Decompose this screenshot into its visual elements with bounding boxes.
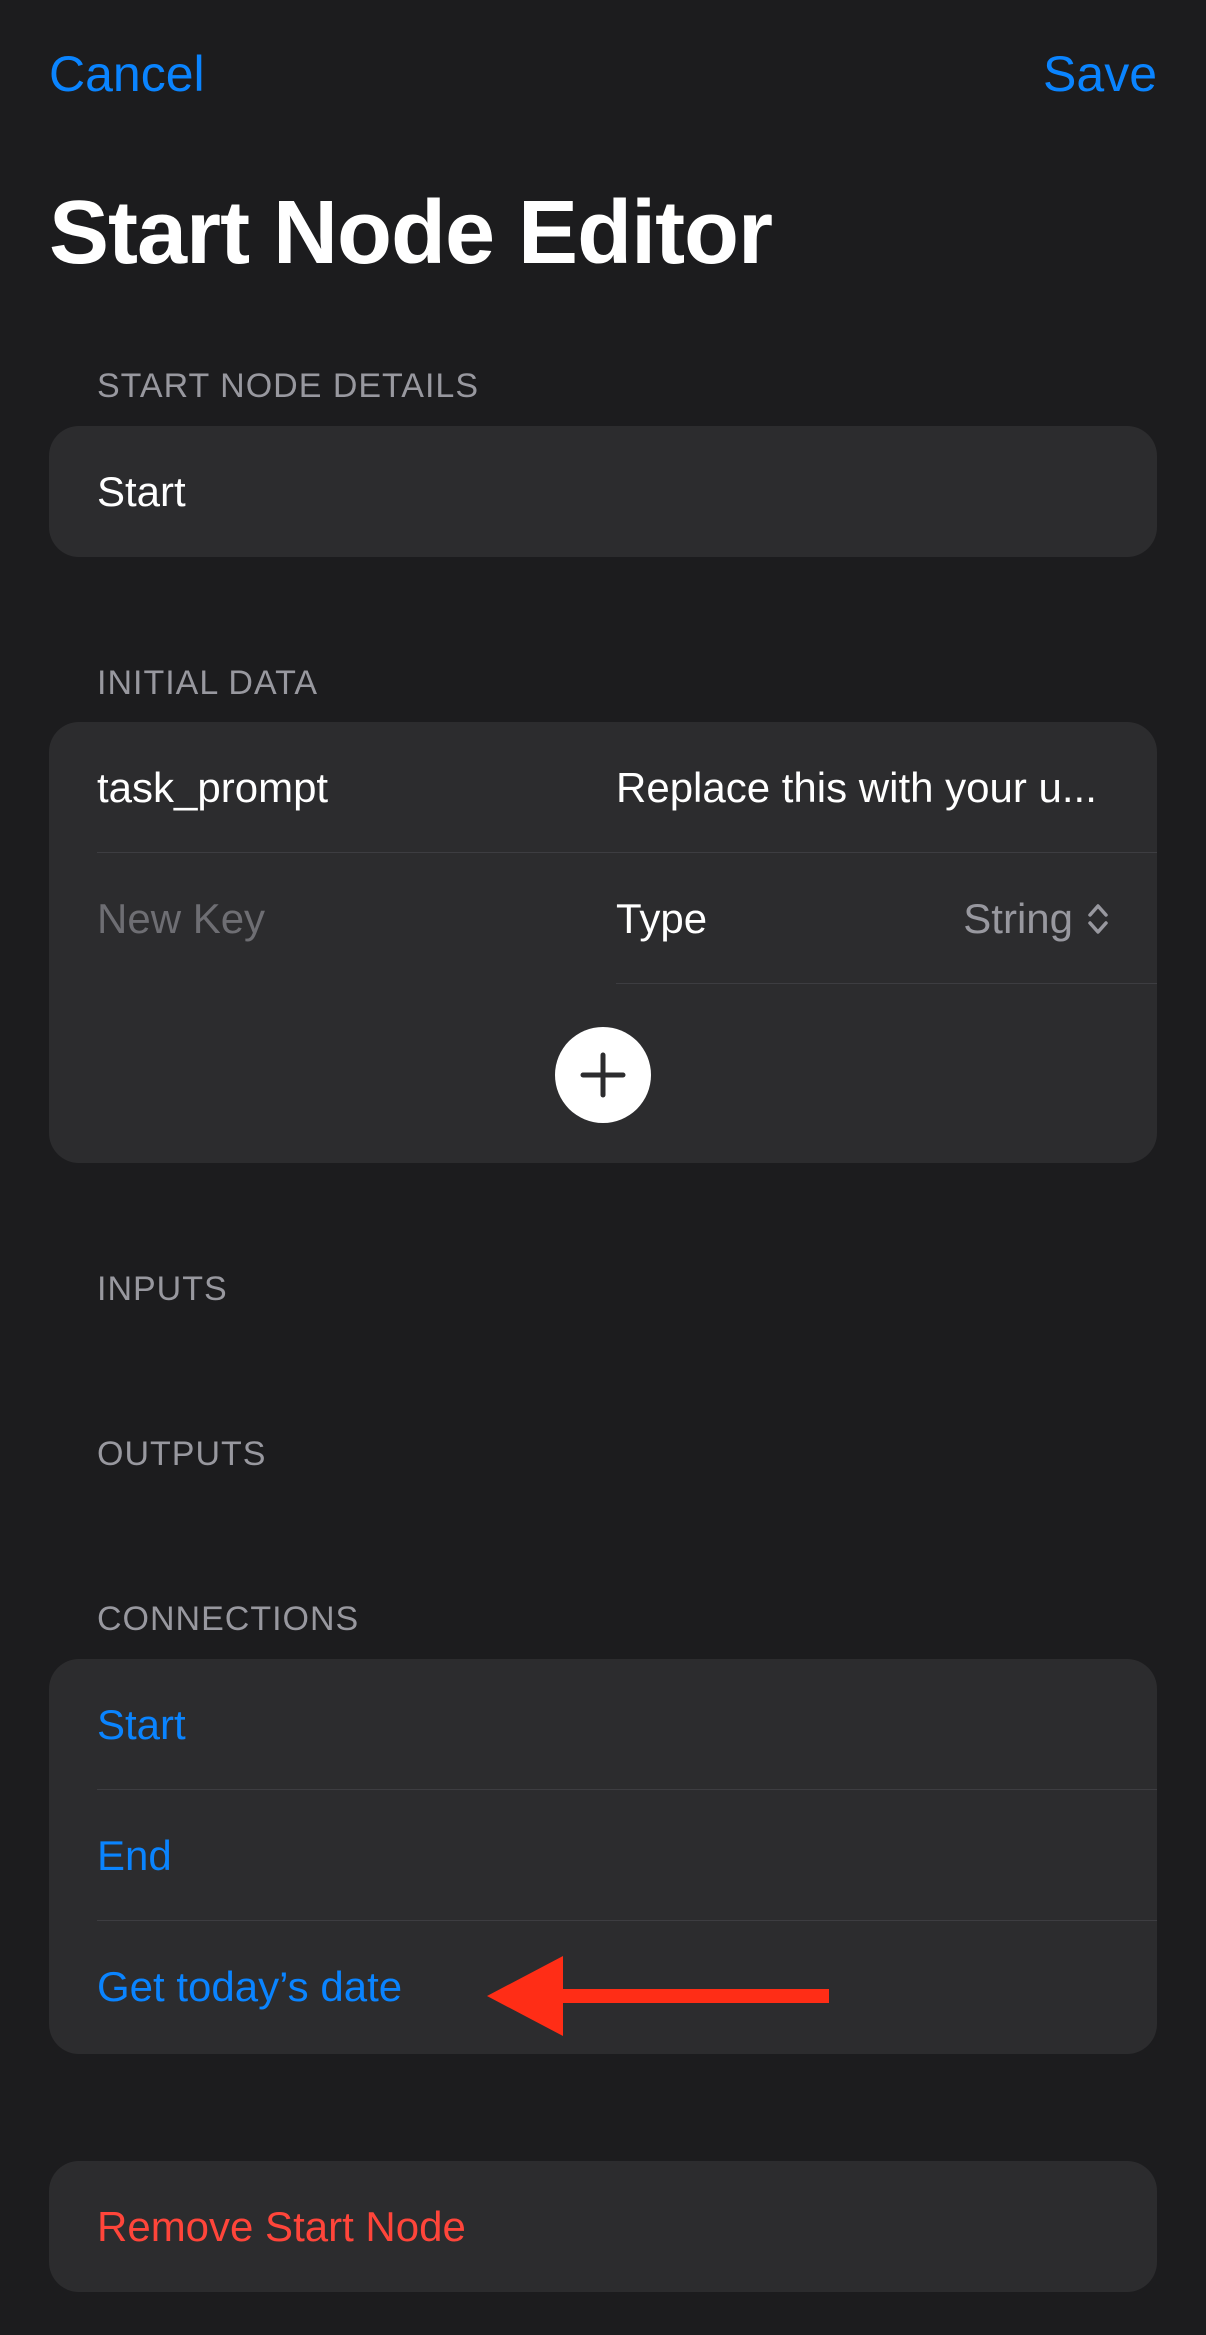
section-header-initial-data: INITIAL DATA [97,664,319,702]
type-label: Type [616,894,708,942]
section-header-outputs: OUTPUTS [97,1435,267,1473]
page-title: Start Node Editor [49,183,773,283]
initial-data-row[interactable]: task_prompt Replace this with your u... [49,722,1157,853]
connection-label: End [97,1831,172,1879]
chevron-up-down-icon [1088,903,1108,934]
cancel-button[interactable]: Cancel [49,44,205,104]
remove-start-node-button[interactable]: Remove Start Node [49,2161,1157,2292]
start-node-name-value: Start [97,467,186,515]
new-key-input[interactable]: New Key [97,853,265,984]
add-entry-button[interactable] [555,1027,651,1123]
plus-icon [580,1052,626,1098]
initial-data-key[interactable]: task_prompt [97,722,328,853]
row-divider [616,983,1157,984]
connection-label: Get today’s date [97,1962,403,2010]
section-header-inputs: INPUTS [97,1270,228,1308]
initial-data-value[interactable]: Replace this with your u... [616,722,1157,853]
annotation-arrow-icon [487,1956,829,2036]
save-button[interactable]: Save [1043,44,1157,104]
remove-card: Remove Start Node [49,2161,1157,2292]
start-node-details-card: Start [49,426,1157,557]
connection-label: Start [97,1700,186,1748]
new-entry-row: New Key Type String [49,853,1157,984]
section-header-connections: CONNECTIONS [97,1600,360,1638]
type-picker-value: String [963,894,1073,942]
connection-item-start[interactable]: Start [49,1659,1157,1790]
type-picker[interactable]: String [963,853,1109,984]
start-node-name-field[interactable]: Start [49,426,1157,557]
section-header-start-node-details: START NODE DETAILS [97,367,480,405]
connection-item-end[interactable]: End [49,1790,1157,1921]
initial-data-card: task_prompt Replace this with your u... … [49,722,1157,1163]
remove-start-node-label: Remove Start Node [97,2202,466,2250]
